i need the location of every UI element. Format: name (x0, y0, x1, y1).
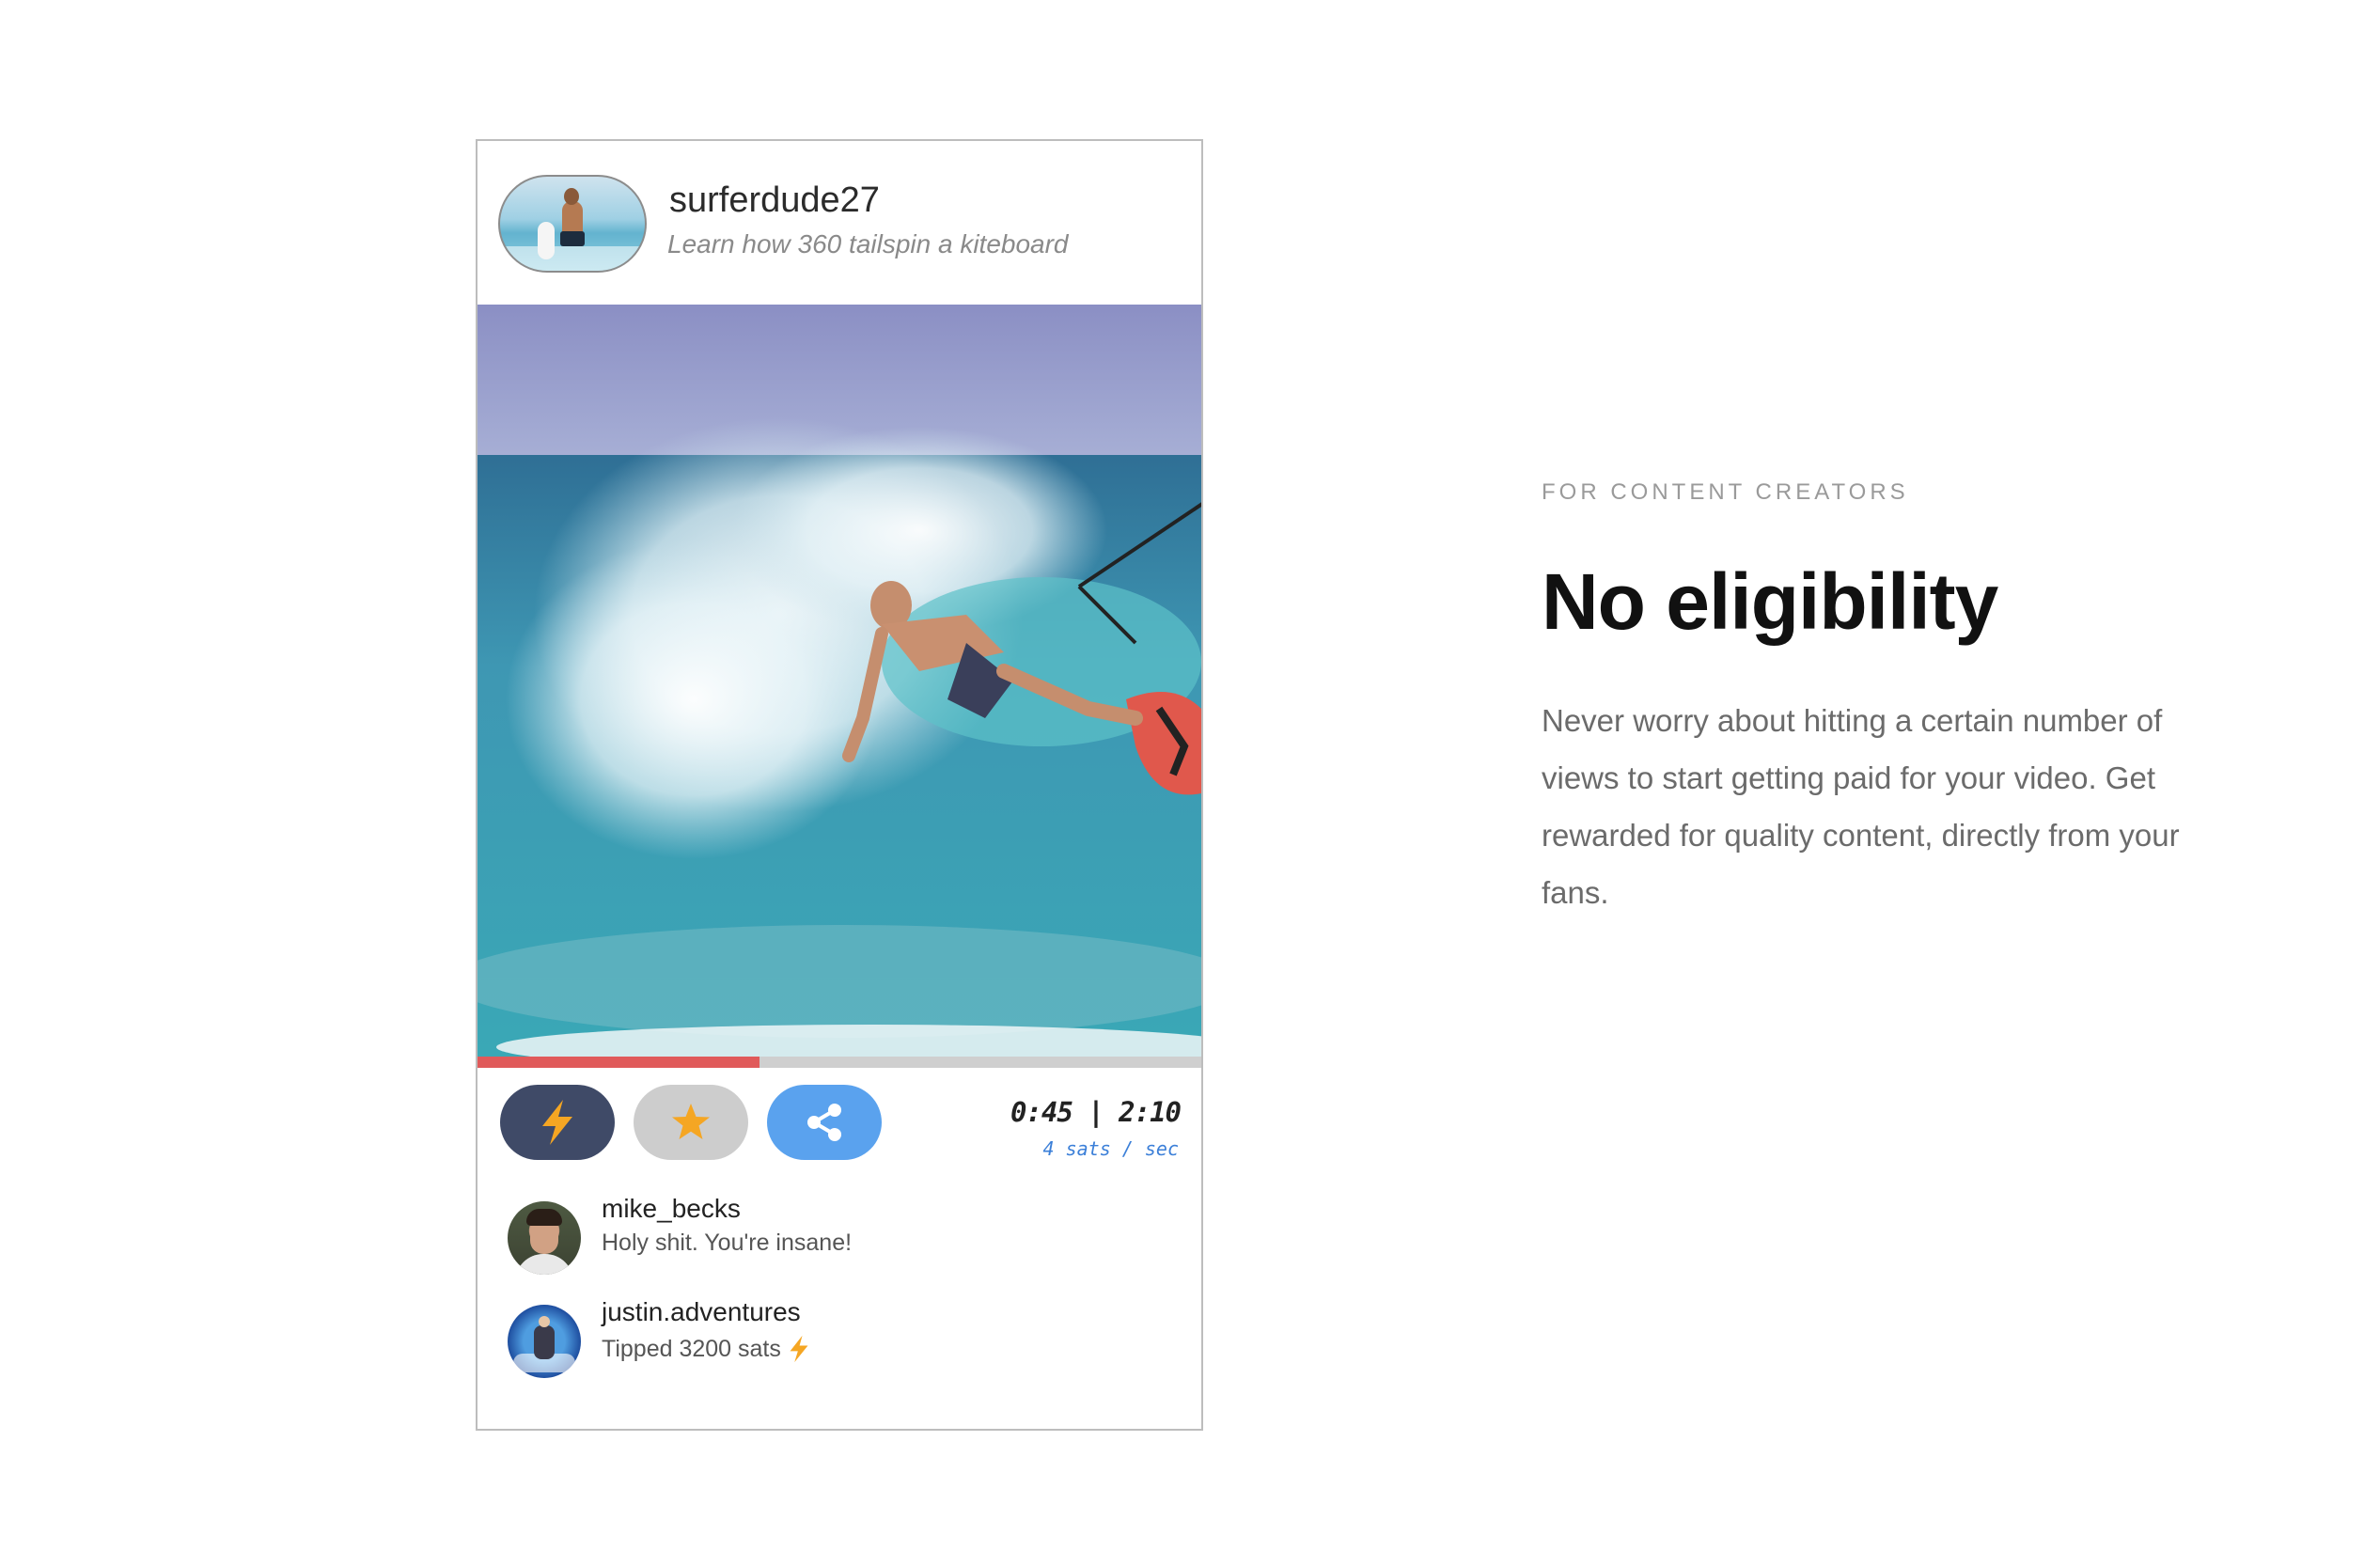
section-body: Never worry about hitting a certain numb… (1542, 703, 2180, 910)
comment-text: Tipped 3200 sats (602, 1333, 811, 1365)
post-header: surferdude27 Learn how 360 tailspin a ki… (478, 141, 1201, 305)
kiteboard-video-frame (478, 305, 1201, 1057)
tip-button[interactable] (500, 1085, 615, 1160)
comment-body: Tipped 3200 sats (602, 1335, 781, 1362)
list-item: justin.adventures Tipped 3200 sats (508, 1297, 1166, 1382)
comment-username[interactable]: mike_becks (602, 1194, 741, 1224)
video-controls: 0:45 | 2:10 4 sats / sec (478, 1068, 1201, 1181)
list-item: mike_becks Holy shit. You're insane! (508, 1194, 1166, 1278)
comment-username[interactable]: justin.adventures (602, 1297, 801, 1327)
comment-text: Holy shit. You're insane! (602, 1230, 852, 1257)
avatar[interactable] (508, 1201, 581, 1275)
video-progress-bar[interactable] (478, 1057, 1201, 1068)
favorite-button[interactable] (634, 1085, 748, 1160)
star-icon (672, 1104, 710, 1139)
section-headline: No eligibility (1542, 557, 1998, 646)
tip-rate: 4 sats / sec (1042, 1137, 1180, 1160)
video-title: Learn how 360 tailspin a kiteboard (667, 229, 1069, 258)
avatar[interactable] (508, 1305, 581, 1378)
playback-time: 0:45 | 2:10 (1010, 1096, 1182, 1128)
video-post-card: surferdude27 Learn how 360 tailspin a ki… (476, 139, 1203, 1431)
video-player[interactable] (478, 305, 1201, 1057)
section-eyebrow: FOR CONTENT CREATORS (1542, 479, 1909, 505)
creator-username[interactable]: surferdude27 (669, 180, 880, 221)
share-icon (807, 1104, 841, 1141)
comment-body: Holy shit. You're insane! (602, 1230, 853, 1256)
share-button[interactable] (767, 1085, 882, 1160)
video-progress-fill (478, 1057, 760, 1068)
creator-avatar[interactable] (498, 175, 647, 273)
lightning-icon (542, 1100, 572, 1145)
lightning-icon (790, 1335, 808, 1363)
